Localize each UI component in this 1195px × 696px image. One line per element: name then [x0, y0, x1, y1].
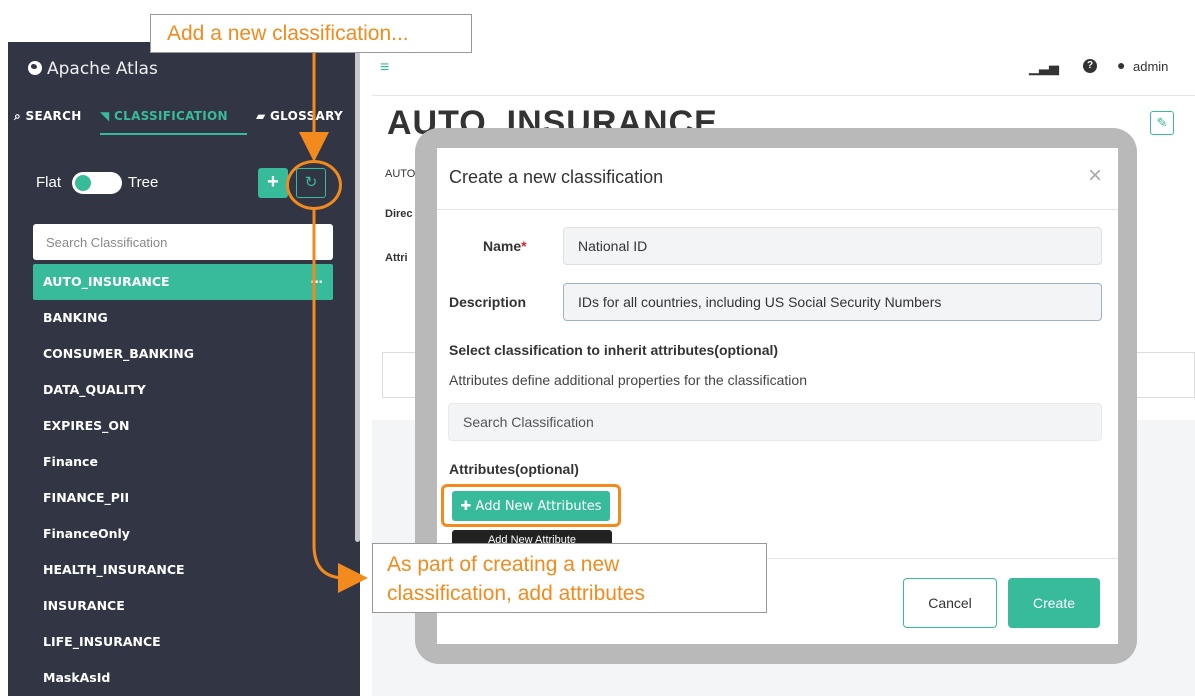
annotation-callout-bottom: As part of creating a new classification…: [372, 543, 767, 613]
arrow-to-callout: [312, 210, 368, 593]
annotation-callout-top: Add a new classification...: [150, 14, 472, 53]
annotation-line-2: classification, add attributes: [387, 582, 645, 605]
annotation-line-1: As part of creating a new: [387, 553, 620, 576]
